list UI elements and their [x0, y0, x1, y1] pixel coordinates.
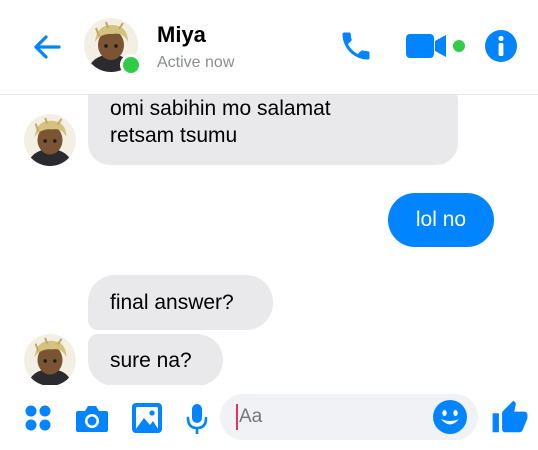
incoming-message-bubble[interactable]: omi sabihin mo salamat retsam tsumu: [88, 95, 458, 165]
message-text-line: omi sabihin mo salamat: [110, 97, 331, 120]
text-cursor: [236, 404, 238, 430]
info-icon: [485, 30, 517, 62]
back-button[interactable]: [28, 28, 66, 66]
call-button[interactable]: [336, 26, 376, 66]
more-actions-button[interactable]: [22, 402, 54, 434]
video-call-button[interactable]: [404, 28, 474, 64]
emoji-button[interactable]: [432, 399, 468, 435]
phone-icon: [342, 32, 370, 60]
sender-avatar[interactable]: [24, 334, 76, 385]
info-button[interactable]: [483, 28, 519, 64]
apps-grid-icon: [25, 405, 51, 431]
video-camera-icon: [406, 34, 465, 58]
message-text-line: sure na?: [110, 349, 192, 372]
message-text-line: final answer?: [110, 291, 234, 314]
message-input[interactable]: [239, 406, 419, 428]
outgoing-message-bubble[interactable]: lol no: [388, 193, 494, 247]
sender-avatar[interactable]: [24, 114, 76, 166]
avatar-image: [24, 114, 76, 166]
emoji-icon: [433, 400, 467, 434]
incoming-message-bubble[interactable]: final answer?: [88, 275, 273, 330]
online-status-dot: [120, 54, 142, 76]
message-text-line: lol no: [415, 208, 467, 231]
avatar-image: [24, 334, 76, 385]
camera-icon: [76, 406, 108, 432]
contact-status: Active now: [157, 54, 235, 71]
like-button[interactable]: [490, 398, 530, 438]
microphone-icon: [186, 404, 208, 434]
message-composer: [0, 388, 538, 450]
gallery-button[interactable]: [130, 402, 164, 434]
voice-message-button[interactable]: [184, 402, 210, 436]
message-text-line: retsam tsumu: [110, 124, 238, 147]
back-arrow-icon: [34, 35, 61, 59]
message-list[interactable]: omi sabihin mo salamat retsam tsumu lol …: [0, 95, 538, 385]
conversation-header: Miya Active now: [0, 0, 538, 95]
contact-avatar[interactable]: [84, 18, 142, 76]
message-input-container[interactable]: [220, 394, 478, 440]
incoming-message-bubble[interactable]: sure na?: [88, 334, 223, 385]
camera-button[interactable]: [74, 402, 110, 434]
image-gallery-icon: [132, 403, 162, 433]
contact-name[interactable]: Miya: [157, 22, 206, 48]
thumbs-up-icon: [492, 400, 528, 433]
